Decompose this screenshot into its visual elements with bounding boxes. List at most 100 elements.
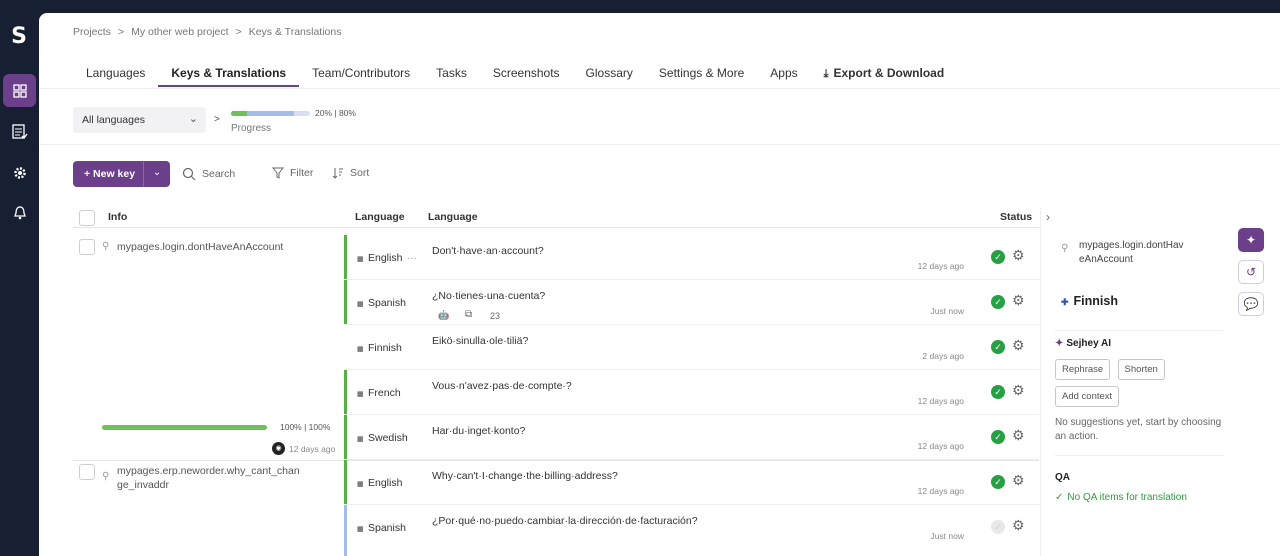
table-row[interactable]: ▦ Spanish ¿Por·qué·no·puedo·cambiar·la·di… — [344, 505, 1039, 556]
translation-text[interactable]: ¿Por·qué·no·puedo·cambiar·la·dirección·d… — [432, 515, 698, 527]
new-key-button[interactable]: + New key ⌄ — [73, 161, 171, 187]
status-check-icon[interactable]: ✓ — [991, 340, 1005, 354]
ai-actions-row2: Add context — [1055, 386, 1123, 407]
dashboard-icon[interactable] — [3, 74, 36, 107]
flag-gb-icon: ▦ — [357, 481, 364, 488]
tab-keys-translations[interactable]: Keys & Translations — [158, 60, 299, 87]
progress-percent: 20% | 80% — [315, 108, 356, 118]
language-label: Spanish — [368, 522, 406, 534]
chevron-down-icon[interactable]: ⌄ — [143, 161, 171, 187]
main-content: Projects > My other web project > Keys &… — [39, 13, 1280, 556]
table-row[interactable]: ▦ English Why·can't·I·change·the·billing·… — [344, 460, 1039, 505]
filter-button[interactable]: Filter — [272, 167, 313, 179]
table-row[interactable]: ▦ Swedish Har·du·inget·konto? 12 days ago… — [344, 415, 1039, 460]
avatar: ◉ — [272, 442, 285, 455]
translation-input[interactable]: Eikö·sinulla·ole·tiliä? — [432, 335, 528, 347]
flag-gb-icon: ▦ — [357, 256, 364, 263]
tab-apps[interactable]: Apps — [757, 60, 810, 87]
gear-icon[interactable]: ⚙ — [1012, 472, 1025, 489]
table-header: Info Language Language Status — [73, 206, 1039, 228]
bell-icon[interactable] — [3, 196, 36, 229]
table-row[interactable]: ▦ French Vous·n'avez·pas·de·compte·? 12 d… — [344, 370, 1039, 415]
table-row[interactable]: ▦ English ··· Don't·have·an·account? 12 da… — [344, 235, 1039, 280]
char-count: 23 — [490, 311, 501, 321]
tab-screenshots[interactable]: Screenshots — [480, 60, 573, 87]
timestamp: 12 days ago — [917, 261, 964, 271]
more-icon[interactable]: ··· — [406, 252, 417, 264]
translation-text[interactable]: Don't·have·an·account? — [432, 245, 544, 257]
header-language[interactable]: Language — [355, 211, 405, 223]
status-check-icon[interactable]: ✓ — [991, 250, 1005, 264]
sparkle-icon: ✦ — [1055, 338, 1064, 349]
tab-glossary[interactable]: Glossary — [573, 60, 646, 87]
tab-languages[interactable]: Languages — [73, 60, 158, 87]
gear-icon[interactable]: ⚙ — [1012, 427, 1025, 444]
sort-button[interactable]: Sort — [332, 167, 369, 179]
table-row-active[interactable]: ▦ Finnish Eikö·sinulla·ole·tiliä? 2 days … — [344, 325, 1039, 370]
check-icon: ✓ — [1055, 492, 1064, 503]
tasks-icon[interactable] — [3, 115, 36, 148]
status-pending-icon[interactable]: ✓ — [991, 520, 1005, 534]
search-icon — [182, 167, 196, 181]
separator: > — [214, 114, 220, 125]
translation-text[interactable]: Vous·n'avez·pas·de·compte·? — [432, 380, 572, 392]
search-input[interactable]: Search — [182, 167, 235, 181]
table-row[interactable]: ▦ Spanish ¿No·tienes·una·cuenta? 🤖 ⧉ 23 J… — [344, 280, 1039, 325]
history-icon[interactable]: ↺ — [1238, 260, 1264, 284]
rephrase-button[interactable]: Rephrase — [1055, 359, 1111, 380]
gear-icon[interactable]: ⚙ — [1012, 517, 1025, 534]
gear-icon[interactable] — [3, 156, 36, 189]
row-checkbox[interactable] — [79, 239, 95, 255]
tab-settings[interactable]: Settings & More — [646, 60, 757, 87]
toolbar: + New key ⌄ Search Filter Sort — [39, 161, 1280, 191]
robot-icon[interactable]: 🤖 — [438, 310, 449, 321]
tab-export[interactable]: ⤓ Export & Download — [811, 60, 958, 87]
key-icon: ⚲ — [102, 241, 110, 252]
language-label: French — [368, 387, 401, 399]
translation-text[interactable]: Why·can't·I·change·the·billing·address? — [432, 470, 618, 482]
progress-label: Progress — [231, 123, 272, 134]
select-all-checkbox[interactable] — [79, 210, 95, 226]
ai-empty-text: No suggestions yet, start by choosing an… — [1055, 417, 1222, 442]
key-progress-percent: 100% | 100% — [280, 422, 331, 432]
ai-title: ✦ Sejhey AI — [1055, 338, 1112, 349]
language-label: English — [368, 252, 403, 264]
ai-sparkle-button[interactable]: ✦ — [1238, 228, 1264, 252]
header-language[interactable]: Language — [428, 211, 478, 223]
timestamp: Just now — [930, 531, 964, 541]
chevron-down-icon: ⌄ — [188, 113, 198, 125]
tab-bar: Languages Keys & Translations Team/Contr… — [73, 60, 957, 87]
tab-team[interactable]: Team/Contributors — [299, 60, 423, 87]
timestamp: 12 days ago — [917, 396, 964, 406]
flag-fi-icon: ✚ — [1061, 297, 1069, 307]
translation-text[interactable]: Har·du·inget·konto? — [432, 425, 525, 437]
status-check-icon[interactable]: ✓ — [991, 385, 1005, 399]
status-check-icon[interactable]: ✓ — [991, 295, 1005, 309]
gear-icon[interactable]: ⚙ — [1012, 247, 1025, 264]
gear-icon[interactable]: ⚙ — [1012, 337, 1025, 354]
ai-actions: Rephrase Shorten — [1055, 359, 1169, 380]
progress-bar — [231, 111, 310, 116]
breadcrumb-project[interactable]: My other web project — [131, 26, 228, 38]
gear-icon[interactable]: ⚙ — [1012, 382, 1025, 399]
key-name[interactable]: mypages.login.dontHaveAnAccount — [117, 240, 307, 254]
gear-icon[interactable]: ⚙ — [1012, 292, 1025, 309]
flag-es-icon: ▦ — [357, 301, 364, 308]
language-select[interactable]: All languages ⌄ — [73, 107, 206, 133]
tab-tasks[interactable]: Tasks — [423, 60, 480, 87]
breadcrumb-projects[interactable]: Projects — [73, 26, 111, 38]
shorten-button[interactable]: Shorten — [1117, 359, 1165, 380]
panel-key-name: mypages.login.dontHaveAnAccount — [1079, 240, 1184, 265]
app-logo: S — [11, 24, 27, 49]
key-icon: ⚲ — [1061, 243, 1069, 254]
key-name[interactable]: mypages.erp.neworder.why_cant_change_inv… — [117, 464, 301, 492]
add-context-button[interactable]: Add context — [1055, 386, 1120, 407]
copy-icon[interactable]: ⧉ — [465, 309, 472, 320]
translation-text[interactable]: ¿No·tienes·una·cuenta? — [432, 290, 545, 302]
row-checkbox[interactable] — [79, 464, 95, 480]
comment-icon[interactable]: 💬 — [1238, 292, 1264, 316]
status-check-icon[interactable]: ✓ — [991, 430, 1005, 444]
status-check-icon[interactable]: ✓ — [991, 475, 1005, 489]
sort-icon — [332, 168, 343, 179]
timestamp: 2 days ago — [922, 351, 964, 361]
